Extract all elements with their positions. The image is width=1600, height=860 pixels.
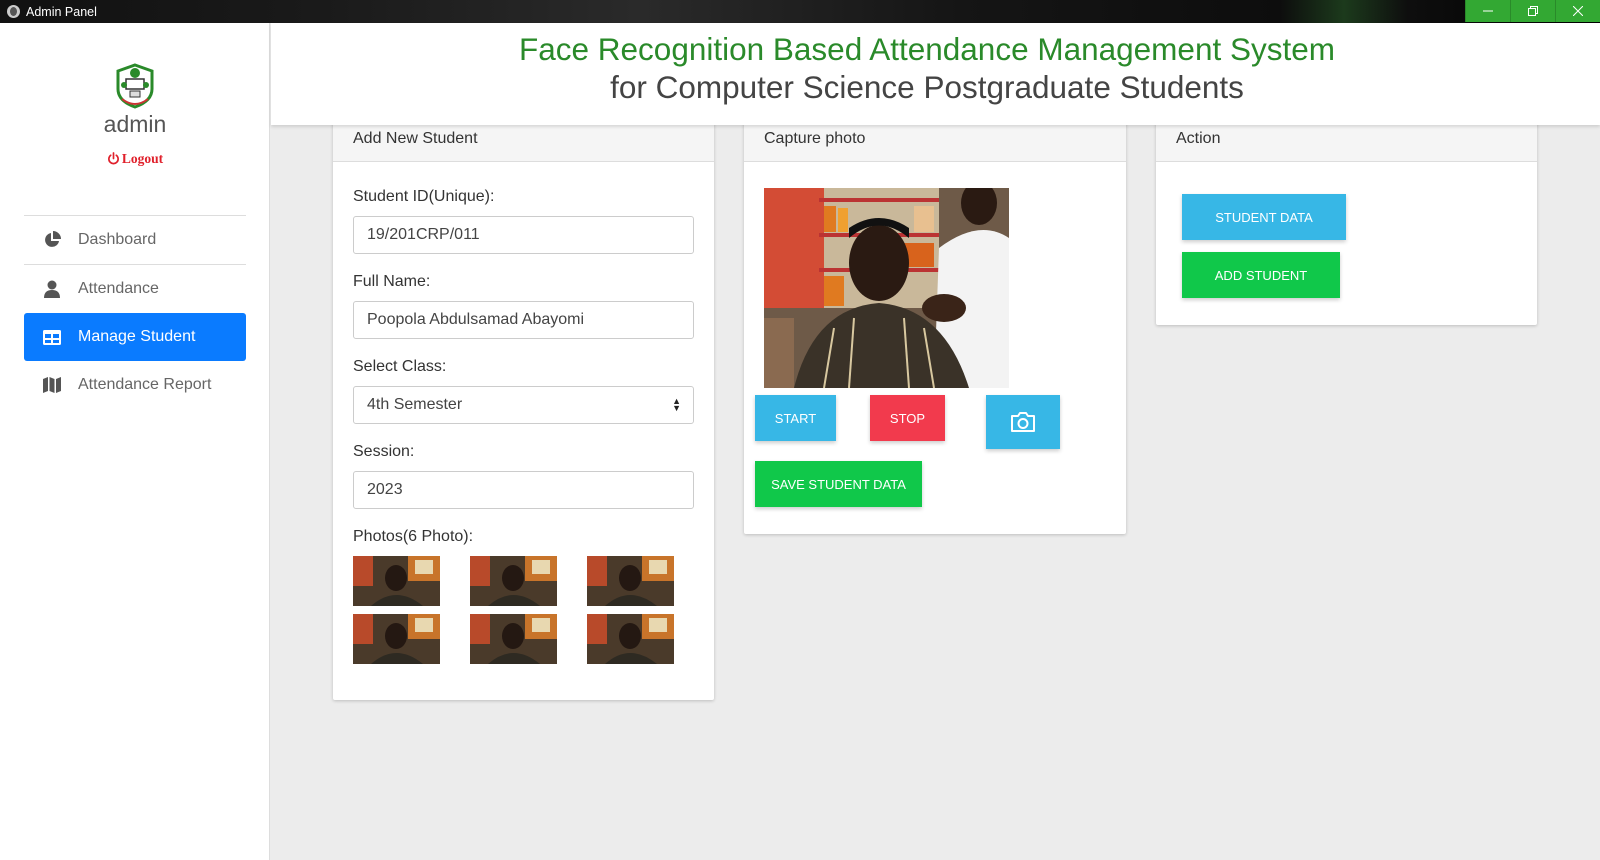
logout-link[interactable]: Logout: [0, 151, 270, 167]
sidebar-item-label: Dashboard: [78, 231, 157, 248]
student-photo-thumbnail: [470, 614, 557, 664]
sidebar-item-manage-student[interactable]: Manage Student: [24, 313, 246, 361]
photos-label: Photos(6 Photo):: [353, 528, 474, 545]
minimize-icon[interactable]: [1465, 0, 1510, 22]
sidebar-item-dashboard[interactable]: Dashboard: [24, 216, 246, 264]
sidebar-item-label: Attendance Report: [78, 376, 212, 393]
class-select[interactable]: 4th Semester ▲ ▼: [353, 386, 694, 424]
student-photo-thumbnail: [470, 556, 557, 606]
user-icon: [42, 280, 62, 298]
sidebar-menu: Dashboard Attendance Manage Student Atte…: [24, 215, 246, 409]
select-arrows-icon: ▲ ▼: [672, 396, 681, 413]
page-header: Face Recognition Based Attendance Manage…: [271, 23, 1600, 125]
session-value: 2023: [367, 481, 403, 498]
save-student-data-button[interactable]: SAVE STUDENT DATA: [755, 461, 922, 507]
start-button[interactable]: START: [755, 395, 836, 441]
app-icon: [7, 5, 20, 18]
session-input[interactable]: 2023: [353, 471, 694, 509]
sidebar-item-label: Manage Student: [78, 328, 196, 345]
logout-label: Logout: [121, 151, 164, 166]
camera-icon: [1011, 412, 1035, 432]
sidebar: admin Logout Dashboard Attendance Manage…: [0, 23, 270, 860]
window-titlebar: Admin Panel: [0, 0, 1600, 23]
page-title: Face Recognition Based Attendance Manage…: [519, 31, 1335, 67]
full-name-value: Poopola Abdulsamad Abayomi: [367, 311, 585, 328]
class-select-value: 4th Semester: [367, 396, 463, 413]
full-name-label: Full Name:: [353, 273, 431, 290]
add-student-card: Add New Student Student ID(Unique): 19/2…: [333, 118, 714, 700]
university-logo: [116, 63, 154, 109]
sidebar-item-attendance[interactable]: Attendance: [24, 265, 246, 313]
map-icon: [42, 376, 62, 394]
sidebar-item-label: Attendance: [78, 280, 159, 297]
camera-preview: [764, 188, 1009, 388]
student-id-label: Student ID(Unique):: [353, 188, 495, 205]
student-photo-thumbnail: [587, 614, 674, 664]
class-label: Select Class:: [353, 358, 447, 375]
full-name-input[interactable]: Poopola Abdulsamad Abayomi: [353, 301, 694, 339]
capture-photo-card: Capture photo START STOP SAVE STUDENT DA…: [744, 118, 1126, 534]
sidebar-item-attendance-report[interactable]: Attendance Report: [24, 361, 246, 409]
student-photo-thumbnail: [353, 556, 440, 606]
window-title: Admin Panel: [26, 4, 97, 19]
add-student-button[interactable]: ADD STUDENT: [1182, 252, 1340, 298]
admin-username: admin: [103, 111, 167, 137]
student-id-value: 19/201CRP/011: [367, 226, 480, 243]
window-controls: [1465, 0, 1600, 22]
capture-button[interactable]: [986, 395, 1060, 449]
page-subtitle: for Computer Science Postgraduate Studen…: [610, 69, 1244, 105]
pie-chart-icon: [42, 231, 62, 249]
table-icon: [42, 328, 62, 346]
close-icon[interactable]: [1555, 0, 1600, 22]
student-photo-thumbnail: [353, 614, 440, 664]
stop-button[interactable]: STOP: [870, 395, 945, 441]
session-label: Session:: [353, 443, 415, 460]
student-id-input[interactable]: 19/201CRP/011: [353, 216, 694, 254]
student-data-button[interactable]: STUDENT DATA: [1182, 194, 1346, 240]
student-photo-thumbnail: [587, 556, 674, 606]
restore-icon[interactable]: [1510, 0, 1555, 22]
power-icon: [107, 152, 119, 165]
action-card: Action STUDENT DATA ADD STUDENT: [1156, 118, 1537, 325]
